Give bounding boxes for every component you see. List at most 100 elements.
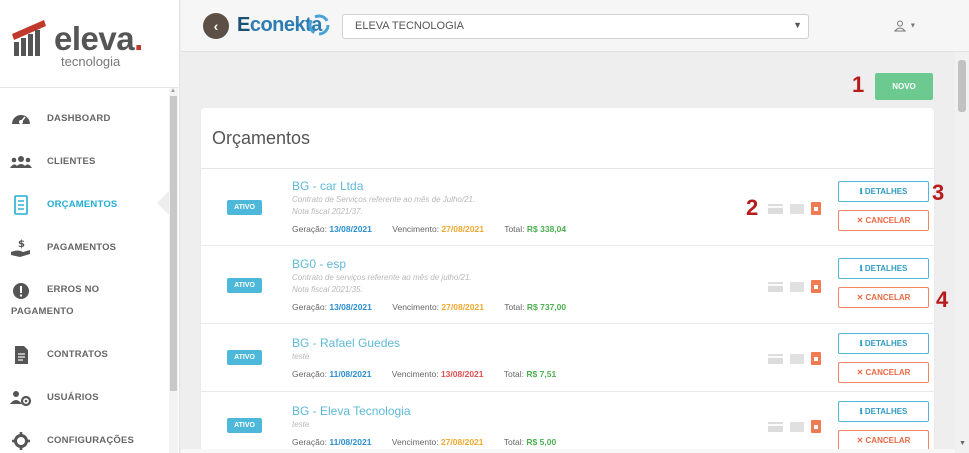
sidebar-item-clientes[interactable]: CLIENTES: [0, 139, 168, 182]
boleto-icon[interactable]: [790, 203, 804, 214]
chevron-left-icon: ‹: [213, 18, 219, 34]
generation-label: Geração:: [292, 302, 327, 312]
due-date: 27/08/2021: [441, 224, 484, 234]
boleto-icon[interactable]: [790, 353, 804, 364]
sidebar-menu: DASHBOARD CLIENTES ORÇAMENTOS $ PAGAMENT…: [0, 96, 168, 453]
budget-title[interactable]: BG - Rafael Guedes: [292, 336, 400, 350]
dashboard-gauge-icon: [12, 115, 30, 124]
scroll-down-icon[interactable]: ▼: [959, 440, 966, 447]
cancel-button[interactable]: ✕ CANCELAR: [838, 430, 929, 451]
budgets-card: Orçamentos ATIVO BG - car Ltda Contrato …: [201, 108, 934, 453]
total-value: R$ 5,00: [526, 437, 557, 447]
due-label: Vencimento:: [391, 369, 439, 379]
contract-document-icon: [15, 346, 28, 364]
details-button[interactable]: ℹ DETALHES: [838, 181, 929, 202]
details-button[interactable]: ℹ DETALHES: [838, 258, 929, 279]
total-value: R$ 737,00: [526, 302, 567, 312]
main-scrollbar-thumb[interactable]: [958, 60, 966, 112]
boleto-icon[interactable]: [790, 281, 804, 292]
total-label: Total:: [503, 437, 525, 447]
table-row: ATIVO BG - Eleva Tecnologia teste Geraçã…: [201, 392, 934, 453]
document-list-icon: [14, 195, 28, 215]
marker-1: 1: [852, 72, 865, 97]
econekta-logo-prefix: E: [237, 14, 250, 36]
caret-down-icon: ▼: [909, 22, 917, 30]
generation-date: 11/08/2021: [329, 369, 372, 379]
total-value: R$ 338,04: [526, 224, 567, 234]
brand-subtitle: tecnologia: [61, 54, 121, 69]
new-budget-button[interactable]: NOVO: [875, 73, 933, 100]
sidebar-item-erros-pagamento[interactable]: ERROS NO PAGAMENTO: [0, 268, 168, 332]
sidebar-item-contratos[interactable]: CONTRATOS: [0, 332, 168, 375]
sidebar-item-dashboard[interactable]: DASHBOARD: [0, 96, 168, 139]
eleva-logo-mark-icon: [12, 20, 46, 56]
details-button[interactable]: ℹ DETALHES: [838, 401, 929, 422]
sidebar-item-label: ERROS NO PAGAMENTO: [11, 284, 100, 317]
brand-name: eleva: [54, 20, 135, 57]
pdf-icon[interactable]: [811, 420, 821, 434]
user-gear-icon: [10, 391, 32, 407]
total-label: Total:: [504, 302, 525, 312]
gear-icon: [12, 432, 30, 450]
brand-dot: .: [134, 20, 143, 57]
pdf-icon[interactable]: [811, 352, 821, 366]
row-action-icons: [768, 200, 828, 218]
sidebar-item-configuracoes[interactable]: CONFIGURAÇÕES: [0, 418, 168, 453]
total-value: R$ 7,51: [526, 369, 557, 379]
sidebar-item-label: CONFIGURAÇÕES: [47, 435, 135, 446]
budget-description: Contrato de serviços referente ao mês de…: [292, 273, 472, 282]
budget-description-note: Nota fiscal 2021/37.: [292, 207, 363, 216]
bottom-edge: [181, 449, 955, 453]
budget-title[interactable]: BG - Eleva Tecnologia: [292, 404, 411, 418]
sidebar-scrollbar-thumb[interactable]: [170, 96, 177, 391]
pdf-icon[interactable]: [811, 280, 821, 294]
generation-label: Geração:: [292, 224, 327, 234]
budget-description-note: Nota fiscal 2021/35.: [292, 285, 363, 294]
chevron-down-icon: ▼: [793, 20, 802, 30]
eleva-logo[interactable]: eleva. tecnologia: [0, 0, 179, 88]
sidebar-item-pagamentos[interactable]: $ PAGAMENTOS: [0, 225, 168, 268]
boleto-icon[interactable]: [790, 421, 804, 432]
svg-text:$: $: [18, 239, 25, 250]
credit-card-icon[interactable]: [768, 421, 783, 432]
credit-card-icon[interactable]: [768, 203, 783, 214]
sidebar-item-label: CLIENTES: [47, 156, 96, 167]
budget-description: teste: [292, 352, 310, 361]
budget-title[interactable]: BG - car Ltda: [292, 179, 363, 193]
main-scrollbar[interactable]: ▼: [955, 52, 969, 453]
due-date: 27/08/2021: [441, 302, 484, 312]
generation-label: Geração:: [292, 437, 327, 447]
table-row: ATIVO BG0 - esp Contrato de serviços ref…: [201, 246, 934, 324]
user-menu[interactable]: ▼: [893, 18, 917, 32]
sidebar-scrollbar[interactable]: ▲: [169, 88, 178, 453]
budget-meta: Geração: 11/08/2021 Vencimento: 13/08/20…: [292, 369, 556, 379]
sidebar-item-usuarios[interactable]: USUÁRIOS: [0, 375, 168, 418]
status-badge: ATIVO: [227, 350, 262, 365]
users-group-icon: [10, 156, 32, 168]
marker-4: 4: [936, 287, 949, 312]
company-select-value: ELEVA TECNOLOGIA: [355, 20, 465, 32]
budget-description: Contrato de Serviços referente ao mês de…: [292, 195, 476, 204]
pdf-icon[interactable]: [811, 202, 821, 216]
details-button[interactable]: ℹ DETALHES: [838, 333, 929, 354]
scroll-up-icon[interactable]: ▲: [170, 88, 176, 94]
back-button[interactable]: ‹: [203, 13, 229, 39]
cancel-button[interactable]: ✕ CANCELAR: [838, 210, 929, 231]
budget-title[interactable]: BG0 - esp: [292, 257, 346, 271]
status-badge: ATIVO: [227, 418, 262, 433]
row-action-icons: [768, 278, 828, 296]
budget-description: teste: [292, 420, 310, 429]
credit-card-icon[interactable]: [768, 353, 783, 364]
generation-date: 11/08/2021: [329, 437, 372, 447]
sidebar-item-orcamentos[interactable]: ORÇAMENTOS: [0, 182, 168, 225]
econekta-swirl-icon: [308, 14, 330, 36]
generation-label: Geração:: [292, 369, 327, 379]
company-select[interactable]: ELEVA TECNOLOGIA ▼: [342, 14, 809, 39]
generation-date: 13/08/2021: [329, 224, 372, 234]
sidebar-item-label: USUÁRIOS: [47, 392, 99, 403]
hand-money-icon: $: [11, 239, 30, 257]
credit-card-icon[interactable]: [768, 281, 783, 292]
cancel-button[interactable]: ✕ CANCELAR: [838, 287, 929, 308]
sidebar-item-label: ORÇAMENTOS: [47, 199, 118, 210]
cancel-button[interactable]: ✕ CANCELAR: [838, 362, 929, 383]
